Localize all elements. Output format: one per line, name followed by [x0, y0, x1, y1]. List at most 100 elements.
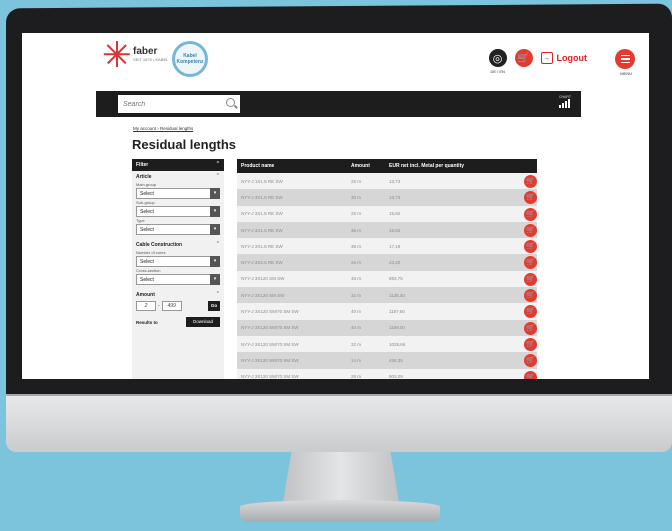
add-to-cart-icon[interactable]: 🛒	[524, 272, 537, 286]
cores-select[interactable]: Select ▾	[136, 256, 220, 267]
price-cell: 1028,66	[389, 341, 406, 347]
col-amount[interactable]: Amount	[347, 163, 385, 169]
menu-label: MENU	[620, 71, 632, 76]
table-row[interactable]: NYY-J 3X120 SM/70 SM SW 40 m 1159,00 🛒	[237, 319, 537, 336]
main-group-select[interactable]: Select ▾	[136, 188, 220, 199]
cart-icon[interactable]: 🛒	[514, 49, 533, 67]
chart-icon[interactable]: CHART	[559, 95, 575, 113]
table-row[interactable]: NYY-J 3X120 SM/70 SM SW 28 m 903,09 🛒	[237, 368, 537, 379]
product-name-cell: NYY-J 3X1.5 RE SW	[241, 194, 283, 200]
add-to-cart-icon[interactable]: 🛒	[524, 321, 537, 335]
add-to-cart-icon[interactable]: 🛒	[524, 305, 537, 319]
add-to-cart-icon[interactable]: 🛒	[524, 191, 537, 205]
amount-title: Amount	[136, 292, 155, 298]
price-cell: 1135,40	[389, 292, 405, 298]
price-cell: 17,19	[389, 243, 401, 249]
product-name-cell: NYY-J 1X1.5 RE SW	[241, 178, 283, 184]
amount-cell: 32 m	[351, 341, 362, 347]
language-label: DE / EN	[490, 69, 505, 74]
filter-panel: Filter ⌃ Article ⌃ Main group Select ▾ S…	[132, 159, 224, 379]
table-row[interactable]: NYY-J 3X120 SM/70 SM SW 32 m 1028,66 🛒	[237, 335, 537, 353]
product-name-cell: NYY-J 3X120 SM/70 SM SW	[241, 374, 299, 379]
price-cell: 903,09	[389, 374, 403, 379]
chevron-down-icon: ▾	[210, 224, 220, 235]
table-row[interactable]: NYY-J 3X1.5 RE SW 25 m 15,82 🛒	[237, 205, 537, 222]
monitor-chin	[6, 396, 672, 452]
cross-section-label: Cross-section	[136, 268, 161, 273]
table-row[interactable]: NYY-J 3X1.5 RE SW 30 m 13,73 🛒	[237, 189, 537, 206]
price-cell: 1157,50	[389, 309, 405, 315]
article-section[interactable]: Article ⌃	[132, 171, 224, 181]
add-to-cart-icon[interactable]: 🛒	[524, 223, 537, 237]
table-row[interactable]: NYY-J 3X1.5 RE SW 39 m 17,19 🛒	[237, 238, 537, 255]
brand-tagline: SEIT 1875 • KABEL	[133, 57, 169, 62]
table-row[interactable]: NYY-J 3X2.5 RE SW 26 m 23,20 🛒	[237, 254, 537, 271]
table-row[interactable]: NYY-J 3X120 SM/70 SM SW 14 m 458,35 🛒	[237, 352, 537, 369]
chevron-down-icon: ▾	[210, 274, 220, 285]
brand-name: faber	[133, 46, 158, 57]
add-to-cart-icon[interactable]: 🛒	[524, 207, 537, 221]
add-to-cart-icon[interactable]: 🛒	[524, 337, 537, 351]
amount-cell: 25 m	[351, 178, 362, 184]
language-globe-icon[interactable]: ◎	[488, 49, 507, 67]
table-row[interactable]: NYY-J 3X120 SM/70 SM SW 40 m 1157,50 🛒	[237, 303, 537, 320]
type-label: Type	[136, 218, 145, 223]
amount-cell: 14 m	[351, 357, 362, 363]
price-cell: 458,35	[389, 357, 403, 363]
product-name-cell: NYY-J 3X1.5 RE SW	[241, 227, 283, 233]
search-icon[interactable]	[226, 98, 235, 107]
price-cell: 13,73	[389, 178, 401, 184]
table-row[interactable]: NYY-J 3X120 SM SW 48 m 893,75 🛒	[237, 270, 537, 288]
amount-cell: 28 m	[351, 374, 362, 379]
col-price[interactable]: EUR net incl. Metal per quantity	[385, 163, 505, 169]
sub-group-select[interactable]: Select ▾	[136, 206, 220, 217]
product-name-cell: NYY-J 3X120 SM/70 SM SW	[241, 357, 299, 363]
amount-to-input[interactable]: 499	[161, 301, 182, 311]
logout-button[interactable]: → Logout	[540, 52, 588, 64]
product-name-cell: NYY-J 3X1.5 RE SW	[241, 243, 283, 249]
sub-group-label: Sub-group	[136, 200, 155, 205]
type-select[interactable]: Select ▾	[136, 224, 220, 235]
menu-button[interactable]	[615, 49, 635, 69]
brand-logo[interactable]: faber SEIT 1875 • KABEL	[103, 41, 169, 67]
price-cell: 15,84	[389, 227, 401, 233]
site-header: faber SEIT 1875 • KABEL Kabel Kompetenz …	[22, 33, 649, 91]
amount-from-input[interactable]: 2	[136, 301, 156, 311]
amount-separator: -	[158, 303, 160, 309]
amount-section[interactable]: Amount ⌃	[132, 289, 224, 299]
product-name-cell: NYY-J 3X120 SM/70 SM SW	[241, 309, 299, 315]
filter-title: Filter	[136, 162, 149, 168]
add-to-cart-icon[interactable]: 🛒	[524, 354, 537, 368]
cores-label: Number of cores	[136, 250, 166, 255]
price-cell: 893,75	[389, 276, 403, 282]
table-row[interactable]: NYY-J 1X1.5 RE SW 25 m 13,73 🛒	[237, 173, 537, 190]
chevron-down-icon: ▾	[210, 188, 220, 199]
go-button[interactable]: Go	[208, 301, 220, 311]
filter-header[interactable]: Filter ⌃	[132, 159, 224, 171]
search-input[interactable]	[118, 95, 240, 113]
add-to-cart-icon[interactable]: 🛒	[524, 289, 537, 303]
logout-label: Logout	[556, 53, 588, 63]
breadcrumb[interactable]: My account › Residual lengths	[133, 126, 193, 131]
chevron-down-icon: ▾	[210, 206, 220, 217]
add-to-cart-icon[interactable]: 🛒	[524, 240, 537, 254]
price-cell: 23,20	[389, 260, 401, 266]
add-to-cart-icon[interactable]: 🛒	[524, 175, 537, 188]
quality-seal: Kabel Kompetenz	[172, 41, 208, 77]
add-to-cart-icon[interactable]: 🛒	[524, 370, 537, 379]
chevron-up-icon: ⌃	[215, 241, 220, 247]
add-to-cart-icon[interactable]: 🛒	[524, 256, 537, 270]
residual-lengths-table: Product name Amount EUR net incl. Metal …	[237, 159, 537, 379]
cable-construction-title: Cable Construction	[136, 242, 183, 248]
results-row: Results to Download	[136, 317, 220, 327]
col-product-name[interactable]: Product name	[237, 163, 347, 169]
amount-cell: 30 m	[351, 194, 362, 200]
table-row[interactable]: NYY-J 3X120 SM SW 32 m 1135,40 🛒	[237, 287, 537, 304]
cable-construction-section[interactable]: Cable Construction ⌃	[132, 239, 224, 249]
sub-group-value: Select	[140, 209, 154, 215]
article-title: Article	[136, 174, 152, 180]
product-name-cell: NYY-J 3X2.5 RE SW	[241, 260, 283, 266]
table-row[interactable]: NYY-J 3X1.5 RE SW 36 m 15,84 🛒	[237, 221, 537, 239]
cross-section-select[interactable]: Select ▾	[136, 274, 220, 285]
download-button[interactable]: Download	[186, 317, 220, 327]
